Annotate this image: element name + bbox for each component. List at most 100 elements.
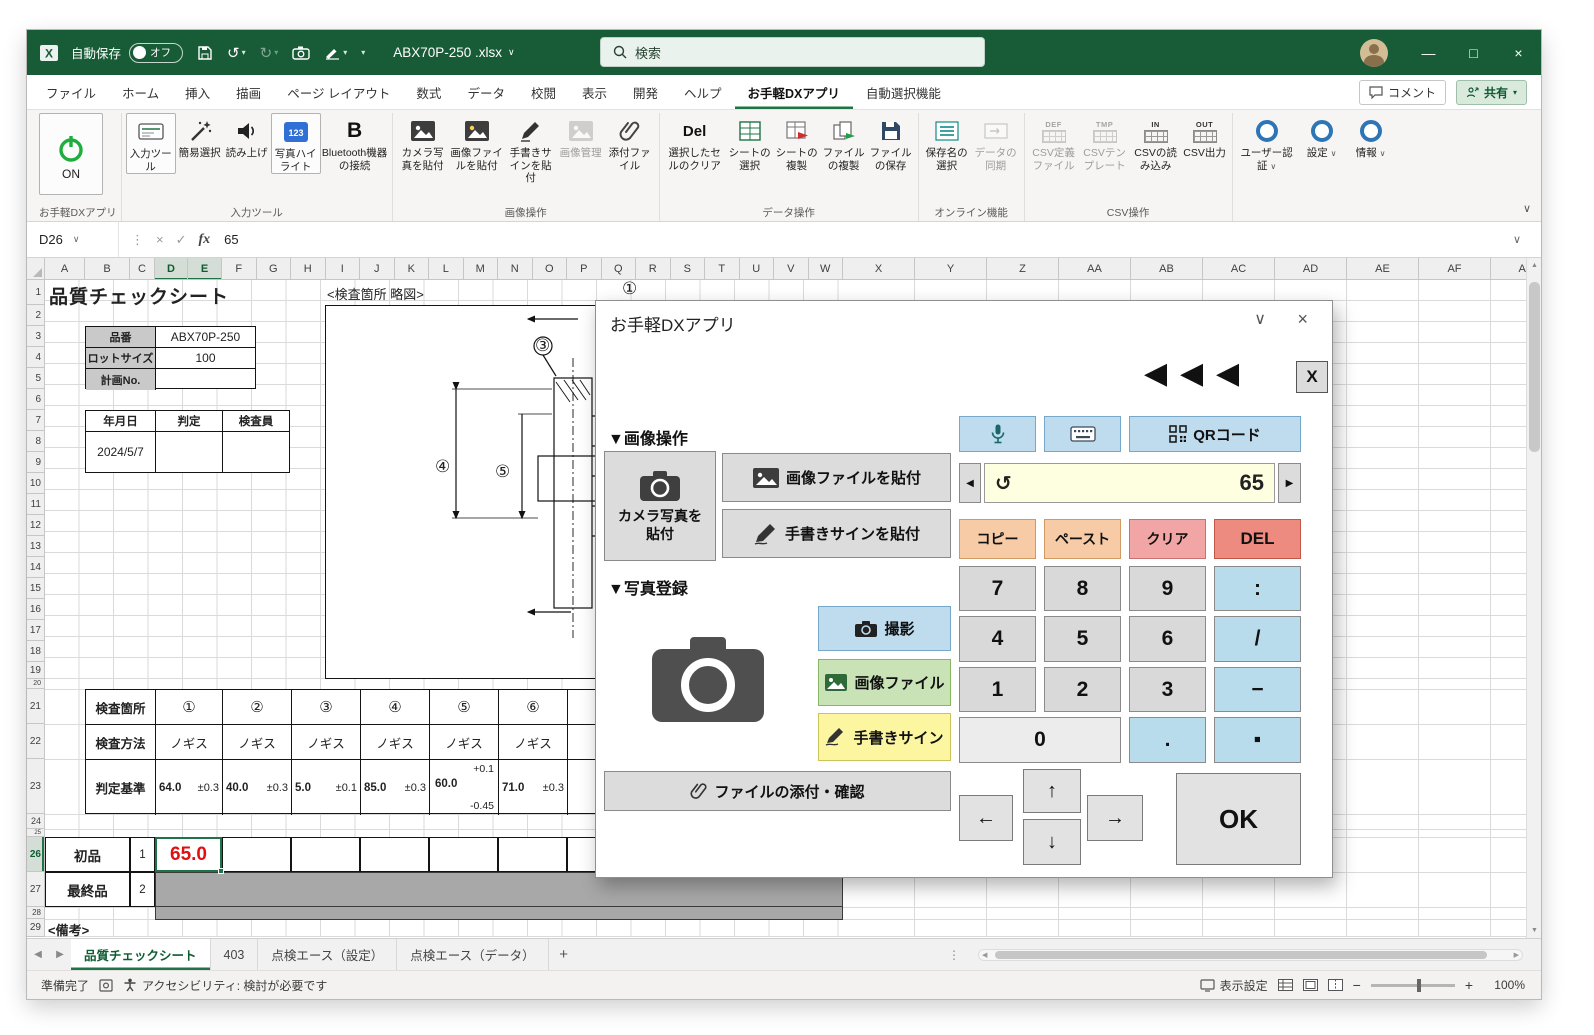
column-header[interactable]: S xyxy=(671,258,706,280)
row-header[interactable]: 24 xyxy=(27,814,44,829)
criteria-row-label[interactable]: 判定基準 xyxy=(86,760,156,815)
column-header[interactable]: C xyxy=(130,258,155,280)
row-header[interactable]: 9 xyxy=(27,452,44,473)
column-header[interactable]: AC xyxy=(1203,258,1275,280)
key-5[interactable]: 5 xyxy=(1044,616,1121,662)
ribbon-tab[interactable]: 挿入 xyxy=(172,75,223,109)
ribbon-tab[interactable]: 表示 xyxy=(569,75,620,109)
collapse-ribbon-icon[interactable]: ∨ xyxy=(1523,202,1531,215)
row-header[interactable]: 1 xyxy=(27,280,44,305)
row-header[interactable]: 16 xyxy=(27,599,44,620)
row-header[interactable]: 26 xyxy=(27,837,44,872)
key-dash[interactable]: ▪ xyxy=(1214,717,1301,763)
arrow-up-button[interactable]: ↑ xyxy=(1023,769,1081,813)
camera-command-icon[interactable] xyxy=(292,46,310,60)
inspection-point-row-label[interactable]: 検査箇所 xyxy=(86,690,156,725)
column-header[interactable]: Z xyxy=(987,258,1059,280)
bluetooth-connect-button[interactable]: B Bluetooth機器の接続 xyxy=(322,113,388,172)
more-commands-icon[interactable]: ▾ xyxy=(361,48,365,57)
csv-export-button[interactable]: OUT CSV出力 xyxy=(1182,113,1228,160)
add-sheet-button[interactable]: + xyxy=(549,946,579,963)
criteria-2[interactable]: 40.0±0.3 xyxy=(223,760,292,815)
save-file-button[interactable]: ファイルの保存 xyxy=(868,113,914,172)
attach-file-button[interactable]: 添付ファイル xyxy=(605,113,655,172)
copy-button[interactable]: コピー xyxy=(959,519,1036,559)
select-all-corner[interactable] xyxy=(27,258,45,280)
confirm-entry-icon[interactable]: ✓ xyxy=(176,232,187,248)
name-box[interactable]: D26 ∨ xyxy=(27,222,119,257)
back-triple-icon[interactable]: ◀ xyxy=(1216,357,1239,391)
zoom-level[interactable]: 100% xyxy=(1483,978,1525,992)
inspector-header[interactable]: 検査員 xyxy=(223,411,289,432)
sketch-label-cell[interactable]: <検査箇所 略図> xyxy=(327,284,424,303)
key-4[interactable]: 4 xyxy=(959,616,1036,662)
part-number-value[interactable]: ABX70P-250 xyxy=(156,327,255,348)
paste-signature-button[interactable]: 手書きサインを貼付 xyxy=(505,113,557,185)
lot-size-label[interactable]: ロットサイズ xyxy=(86,348,156,369)
key-8[interactable]: 8 xyxy=(1044,566,1121,611)
row-header[interactable]: 21 xyxy=(27,689,44,724)
image-ops-section-header[interactable]: ▼画像操作 xyxy=(608,425,688,449)
key-3[interactable]: 3 xyxy=(1129,667,1206,712)
date-header[interactable]: 年月日 xyxy=(86,411,156,432)
criteria-6[interactable]: 71.0±0.3 xyxy=(499,760,568,815)
sheet-tab-403[interactable]: 403 xyxy=(211,939,259,970)
sheet-tab-tenken-data[interactable]: 点検エース（データ） xyxy=(397,939,548,970)
row-header[interactable]: 7 xyxy=(27,410,44,431)
point-2[interactable]: ② xyxy=(223,690,292,725)
selected-cell-d26[interactable]: 65.0 xyxy=(155,837,222,872)
select-save-name-button[interactable]: 保存名の選択 xyxy=(923,113,971,172)
point-3[interactable]: ③ xyxy=(292,690,361,725)
namebox-chevron-icon[interactable]: ∨ xyxy=(73,234,80,245)
key-minus[interactable]: − xyxy=(1214,667,1301,712)
column-header[interactable]: W xyxy=(809,258,844,280)
judgement-value[interactable] xyxy=(156,432,223,472)
row-header[interactable]: 15 xyxy=(27,578,44,599)
column-header[interactable]: R xyxy=(636,258,671,280)
scroll-down-icon[interactable]: ▼ xyxy=(1527,927,1541,934)
row-header[interactable]: 4 xyxy=(27,347,44,368)
value-prev-button[interactable]: ◀ xyxy=(959,463,981,503)
key-2[interactable]: 2 xyxy=(1044,667,1121,712)
measure-cell[interactable] xyxy=(498,837,567,872)
row-header[interactable]: 13 xyxy=(27,536,44,557)
cancel-entry-icon[interactable]: × xyxy=(156,232,164,247)
method-6[interactable]: ノギス xyxy=(499,725,568,760)
inspection-method-row-label[interactable]: 検査方法 xyxy=(86,725,156,760)
lot-size-value[interactable]: 100 xyxy=(156,348,255,369)
column-header[interactable]: Y xyxy=(915,258,987,280)
handwritten-sign-paste-button[interactable]: 手書きサインを貼付 xyxy=(722,509,951,558)
column-header[interactable]: I xyxy=(326,258,361,280)
search-input[interactable]: 検索 xyxy=(600,37,985,67)
key-0[interactable]: 0 xyxy=(959,717,1121,763)
row-header[interactable]: 6 xyxy=(27,389,44,410)
ribbon-tab[interactable]: 自動選択機能 xyxy=(853,75,954,109)
clear-button[interactable]: クリア xyxy=(1129,519,1206,559)
display-settings-button[interactable]: 表示設定 xyxy=(1200,977,1268,994)
minimize-button[interactable]: — xyxy=(1406,30,1451,75)
maximize-button[interactable]: □ xyxy=(1451,30,1496,75)
column-header[interactable]: U xyxy=(740,258,775,280)
row-header[interactable]: 5 xyxy=(27,368,44,389)
criteria-1[interactable]: 64.0±0.3 xyxy=(156,760,223,815)
image-file-button[interactable]: 画像ファイル xyxy=(818,659,951,706)
camera-photo-paste-button[interactable]: カメラ写真を貼付 xyxy=(604,451,716,561)
measure-cell[interactable] xyxy=(222,837,291,872)
value-next-button[interactable]: ▶ xyxy=(1278,463,1301,503)
row-header[interactable]: 14 xyxy=(27,557,44,578)
dialog-x-button[interactable]: X xyxy=(1296,361,1328,393)
row-header[interactable]: 18 xyxy=(27,641,44,662)
page-break-view-icon[interactable] xyxy=(1328,979,1343,991)
inspector-value[interactable] xyxy=(223,432,289,472)
row-header[interactable]: 12 xyxy=(27,515,44,536)
vertical-scroll-thumb[interactable] xyxy=(1529,282,1540,452)
point-1[interactable]: ① xyxy=(156,690,223,725)
key-dot[interactable]: . xyxy=(1129,717,1206,763)
ribbon-tab[interactable]: 描画 xyxy=(223,75,274,109)
undo-input-icon[interactable]: ↺ xyxy=(995,471,1012,496)
remarks-label[interactable]: <備考> xyxy=(48,920,89,937)
qr-code-button[interactable]: QRコード xyxy=(1129,416,1301,452)
key-7[interactable]: 7 xyxy=(959,566,1036,611)
method-4[interactable]: ノギス xyxy=(361,725,430,760)
column-header[interactable]: AA xyxy=(1059,258,1131,280)
